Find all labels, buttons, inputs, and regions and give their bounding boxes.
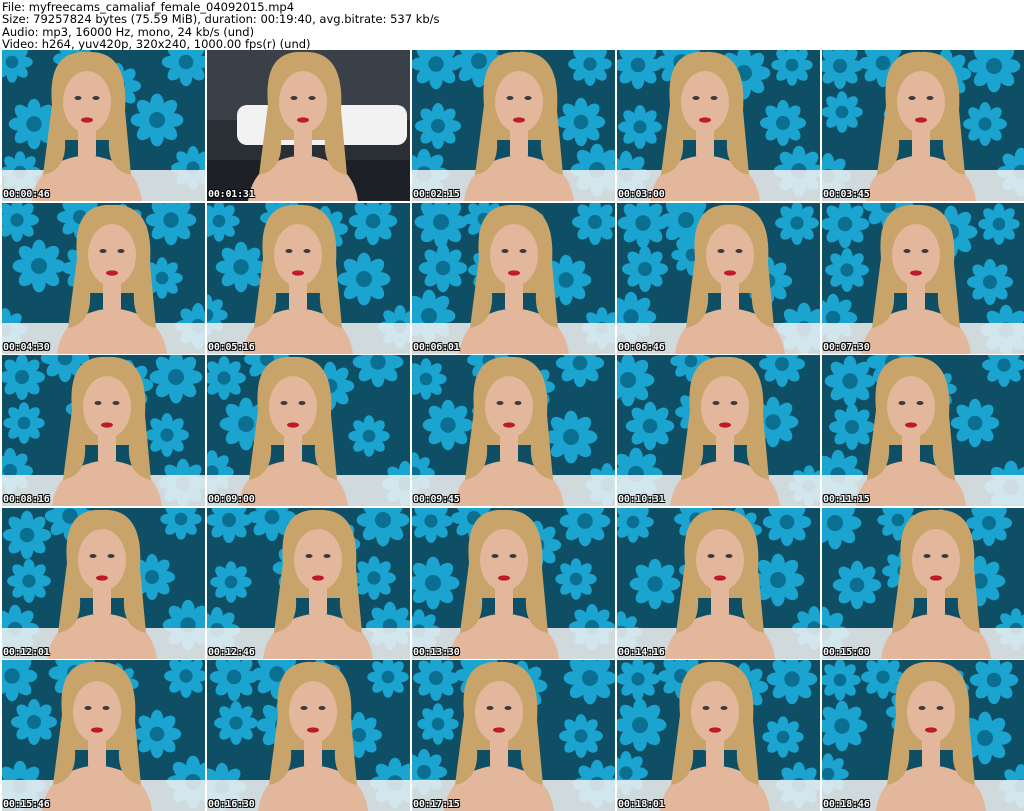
video-frame-icon <box>617 50 820 201</box>
timestamp-label: 00:11:15 <box>823 494 870 505</box>
video-frame-icon <box>412 202 615 354</box>
video-frame-icon <box>822 202 1024 354</box>
video-thumbnail: 00:01:31 <box>207 50 410 201</box>
timestamp-label: 00:03:00 <box>618 189 665 200</box>
video-frame-icon <box>2 355 205 506</box>
video-thumbnail: 00:03:45 <box>822 50 1024 201</box>
timestamp-label: 00:15:00 <box>823 646 870 658</box>
timestamp-label: 00:13:30 <box>413 646 460 658</box>
video-thumbnail: 00:04:30 <box>2 202 205 354</box>
timestamp-label: 00:00:46 <box>3 189 50 200</box>
video-thumbnail: 00:10:31 <box>617 355 820 506</box>
file-size-line: Size: 79257824 bytes (75.59 MiB), durati… <box>2 12 440 27</box>
video-frame-icon <box>207 355 410 506</box>
video-frame-icon <box>207 202 410 354</box>
timestamp-label: 00:03:45 <box>823 189 870 200</box>
video-thumbnail: 00:12:46 <box>207 507 410 659</box>
video-frame-icon <box>412 355 615 506</box>
video-thumbnail: 00:16:30 <box>207 660 410 811</box>
video-thumbnail: 00:00:46 <box>2 50 205 201</box>
timestamp-label: 00:07:30 <box>823 341 870 353</box>
video-frame-icon <box>412 660 615 811</box>
video-frame-icon <box>2 202 205 354</box>
video-frame-icon <box>617 660 820 811</box>
timestamp-label: 00:05:16 <box>208 341 255 353</box>
timestamp-label: 00:16:30 <box>208 799 255 810</box>
timestamp-label: 00:12:46 <box>208 646 255 658</box>
video-frame-icon <box>2 50 205 201</box>
timestamp-label: 00:09:00 <box>208 494 255 505</box>
timestamp-label: 00:18:46 <box>823 799 870 810</box>
timestamp-label: 00:18:01 <box>618 799 665 810</box>
video-thumbnail: 00:05:16 <box>207 202 410 354</box>
timestamp-label: 00:08:16 <box>3 494 50 505</box>
timestamp-label: 00:01:31 <box>208 189 255 200</box>
file-info-header: File: myfreecams_camaliaf_female_0409201… <box>0 0 1024 50</box>
video-thumbnail: 00:08:16 <box>2 355 205 506</box>
video-frame-icon <box>207 507 410 659</box>
video-thumbnail: 00:12:01 <box>2 507 205 659</box>
video-frame-icon <box>207 50 410 201</box>
video-thumbnail: 00:15:00 <box>822 507 1024 659</box>
video-frame-icon <box>822 507 1024 659</box>
timestamp-label: 00:12:01 <box>3 646 50 658</box>
video-thumbnail: 00:14:16 <box>617 507 820 659</box>
video-thumbnail: 00:02:15 <box>412 50 615 201</box>
timestamp-label: 00:04:30 <box>3 341 50 353</box>
video-frame-icon <box>2 507 205 659</box>
video-thumbnail: 00:13:30 <box>412 507 615 659</box>
video-frame-icon <box>207 660 410 811</box>
video-thumbnail: 00:18:01 <box>617 660 820 811</box>
timestamp-label: 00:02:15 <box>413 189 460 200</box>
thumbnail-grid: 00:00:46 00:01:31 00:02:15 00:03:00 00:0… <box>0 50 1024 811</box>
video-frame-icon <box>412 507 615 659</box>
video-frame-icon <box>412 50 615 201</box>
video-thumbnail: 00:18:46 <box>822 660 1024 811</box>
video-frame-icon <box>822 50 1024 201</box>
timestamp-label: 00:10:31 <box>618 494 665 505</box>
video-thumbnail: 00:06:01 <box>412 202 615 354</box>
video-thumbnail: 00:07:30 <box>822 202 1024 354</box>
timestamp-label: 00:17:15 <box>413 799 460 810</box>
timestamp-label: 00:15:46 <box>3 799 50 810</box>
video-thumbnail: 00:17:15 <box>412 660 615 811</box>
video-thumbnail: 00:06:46 <box>617 202 820 354</box>
video-frame-icon <box>617 355 820 506</box>
timestamp-label: 00:06:46 <box>618 341 665 353</box>
timestamp-label: 00:06:01 <box>413 341 460 353</box>
video-frame-icon <box>822 355 1024 506</box>
video-thumbnail: 00:09:00 <box>207 355 410 506</box>
video-frame-icon <box>2 660 205 811</box>
video-frame-icon <box>617 507 820 659</box>
timestamp-label: 00:14:16 <box>618 646 665 658</box>
video-info-line: Video: h264, yuv420p, 320x240, 1000.00 f… <box>2 36 311 51</box>
video-thumbnail: 00:03:00 <box>617 50 820 201</box>
video-thumbnail: 00:15:46 <box>2 660 205 811</box>
video-thumbnail: 00:09:45 <box>412 355 615 506</box>
video-frame-icon <box>822 660 1024 811</box>
timestamp-label: 00:09:45 <box>413 494 460 505</box>
video-thumbnail: 00:11:15 <box>822 355 1024 506</box>
video-frame-icon <box>617 202 820 354</box>
